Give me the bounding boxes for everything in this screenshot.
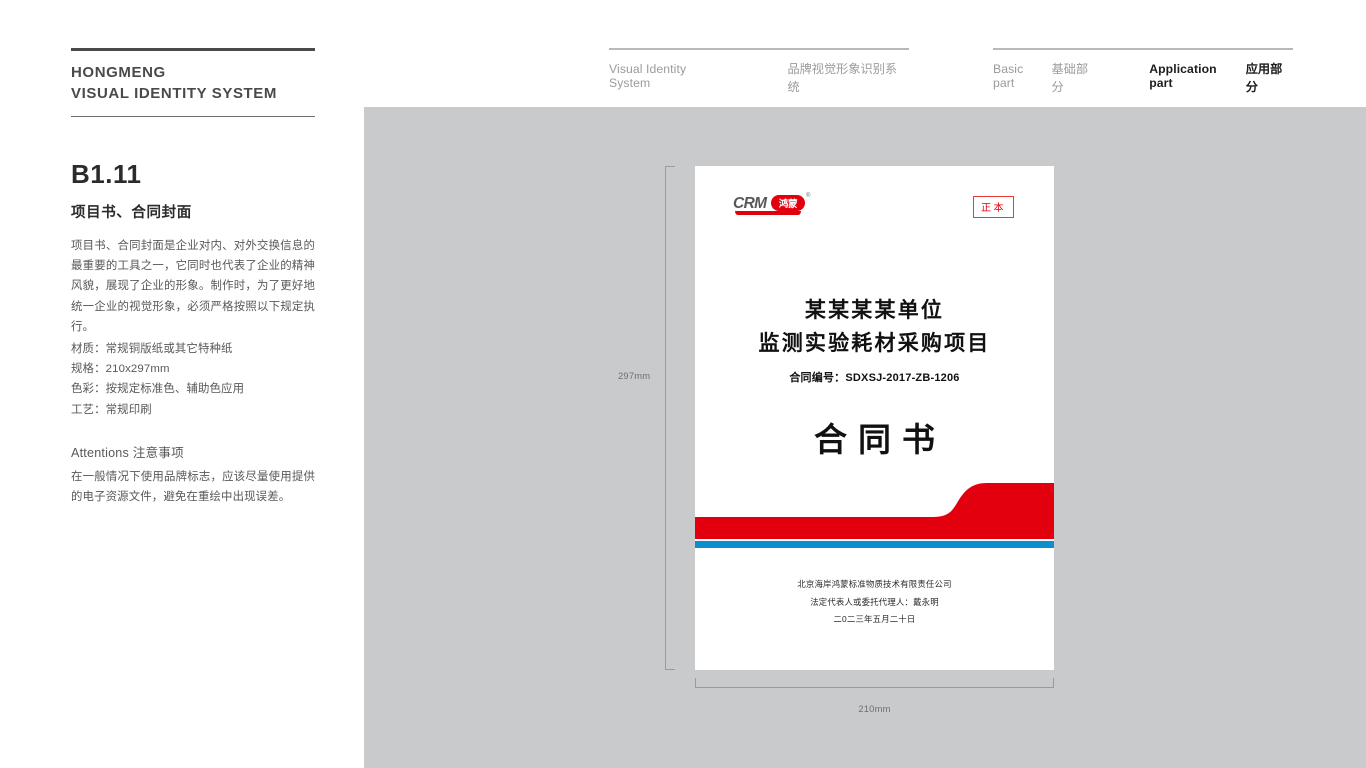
dimension-guide-width <box>695 678 1054 688</box>
crm-logo: CRM 鸿蒙 ® <box>733 193 813 216</box>
spec-material: 材质：常规铜版纸或其它特种纸 <box>71 343 233 356</box>
brand-rule-bottom <box>71 115 315 118</box>
brand-lockup: HONGMENG VISUAL IDENTITY SYSTEM <box>71 51 315 105</box>
footer-representative: 法定代表人或委托代理人：戴永明 <box>810 596 939 607</box>
spec-size: 规格：210x297mm <box>71 363 170 376</box>
tab-application-part-cn[interactable]: 应用部分 <box>1246 59 1293 95</box>
cover-heading-line1: 某某某某单位 <box>804 299 945 322</box>
contract-cover-mockup: CRM 鸿蒙 ® 正本 某某某某单位 监测实验耗材采购项目 合同编号：SDXSJ… <box>695 166 1054 670</box>
attentions-body: 在一般情况下使用品牌标志，应该尽量使用提供的电子资源文件，避免在重绘中出现误差。 <box>71 470 315 503</box>
tab-basic-part-en[interactable]: Basic part <box>993 62 1047 90</box>
section-title: 项目书、合同封面 <box>71 205 192 222</box>
brand-subtitle-en: VISUAL IDENTITY SYSTEM <box>71 85 278 103</box>
footer-company-name: 北京海岸鸿蒙标准物质技术有限责任公司 <box>797 579 952 590</box>
nav-group-system: Visual Identity System 品牌视觉形象识别系统 <box>609 48 909 95</box>
vi-manual-page: HONGMENG VISUAL IDENTITY SYSTEM B1.11 项目… <box>0 0 1366 768</box>
original-copy-stamp: 正本 <box>973 196 1014 218</box>
cover-heading: 某某某某单位 监测实验耗材采购项目 <box>695 294 1054 360</box>
tab-application-part-en[interactable]: Application part <box>1149 62 1241 90</box>
spec-process: 工艺：常规印刷 <box>71 403 152 416</box>
spec-list: 材质：常规铜版纸或其它特种纸 规格：210x297mm 色彩：按规定标准色、辅助… <box>71 339 315 420</box>
tab-basic-part-cn[interactable]: 基础部分 <box>1052 59 1099 95</box>
brand-name-en: HONGMENG <box>71 64 166 81</box>
section-code: B1.11 <box>71 159 142 190</box>
section-description: 项目书、合同封面是企业对内、对外交换信息的最重要的工具之一，它同时也代表了企业的… <box>71 240 315 333</box>
left-info-column: HONGMENG VISUAL IDENTITY SYSTEM B1.11 项目… <box>71 48 315 507</box>
nav-row-system: Visual Identity System 品牌视觉形象识别系统 <box>609 50 909 95</box>
logo-latin-text: CRM <box>733 195 767 212</box>
logo-red-pill: 鸿蒙 <box>771 195 805 211</box>
logo-chinese-text: 鸿蒙 <box>778 199 798 210</box>
nav-visual-identity-system-cn: 品牌视觉形象识别系统 <box>787 61 898 94</box>
cover-footer: 北京海岸鸿蒙标准物质技术有限责任公司 法定代表人或委托代理人：戴永明 二0二三年… <box>695 576 1054 628</box>
crm-logo-wrap: CRM 鸿蒙 ® <box>733 193 813 216</box>
nav-group-parts: Basic part 基础部分 Application part 应用部分 <box>993 48 1293 95</box>
cover-heading-line2: 监测实验耗材采购项目 <box>758 332 991 356</box>
nav-visual-identity-system-en: Visual Identity System <box>609 61 687 90</box>
original-copy-stamp-label: 正本 <box>981 203 1006 214</box>
contract-number: 合同编号：SDXSJ-2017-ZB-1206 <box>789 372 960 384</box>
nav-row-parts: Basic part 基础部分 Application part 应用部分 <box>993 50 1293 95</box>
attentions-heading: Attentions 注意事项 <box>71 445 184 460</box>
dimension-label-height: 297mm <box>618 370 651 381</box>
dimension-label-width: 210mm <box>858 703 891 714</box>
red-wave-graphic <box>695 483 1054 539</box>
footer-date: 二0二三年五月二十日 <box>833 613 916 624</box>
blue-stripe-graphic <box>695 541 1054 548</box>
dimension-guide-height <box>665 166 675 670</box>
spec-color: 色彩：按规定标准色、辅助色应用 <box>71 383 245 396</box>
document-title: 合同书 <box>814 421 946 458</box>
registered-mark-icon: ® <box>806 193 811 199</box>
